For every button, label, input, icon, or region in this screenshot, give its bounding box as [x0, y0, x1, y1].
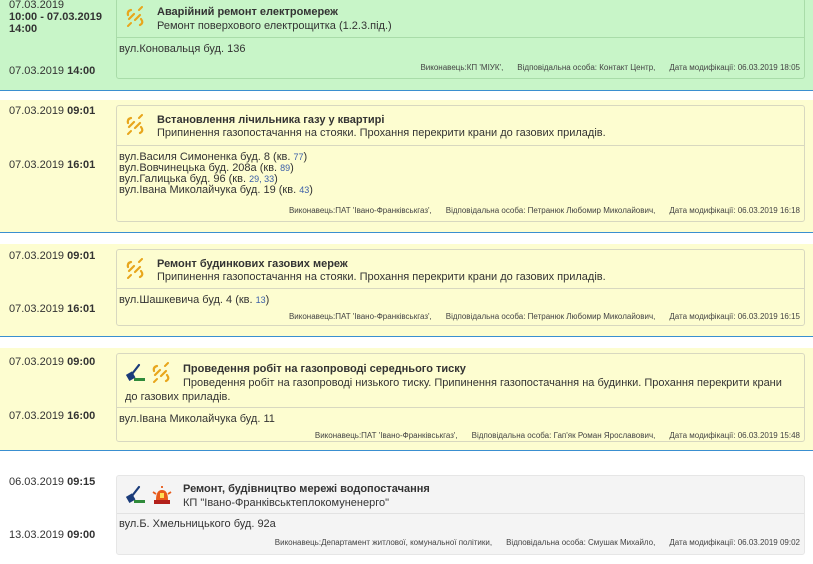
card-meta: Виконавець:ПАТ 'Івано-Франківськгаз', Від… [275, 312, 800, 321]
card-divider [117, 407, 804, 408]
modified-date: Дата модифікації: 06.03.2019 09:02 [669, 538, 800, 547]
card-title: Ремонт, будівництво мережі водопостачанн… [183, 483, 430, 495]
end-date: 07.03.2019 16:01 [9, 159, 96, 171]
start-date: 06.03.2019 09:15 [9, 476, 96, 488]
card-divider [117, 37, 804, 38]
card-title: Проведення робіт на газопроводі середньо… [183, 363, 466, 375]
outage-record: 07.03.2019 09:00 07.03.2019 16:00 Провед… [0, 348, 813, 451]
start-date: 07.03.2019 09:01 [9, 105, 96, 117]
card-meta: Виконавець:ПАТ 'Івано-Франківськгаз', Від… [301, 431, 800, 440]
card-title: Ремонт будинкових газових мереж [157, 258, 348, 270]
card-meta: Виконавець:ПАТ 'Івано-Франківськгаз', Від… [275, 206, 800, 215]
address-line: вул.Коновальця буд. 136 [119, 43, 246, 55]
broken-chain-icon [126, 258, 144, 280]
modified-date: Дата модифікації: 06.03.2019 16:18 [669, 206, 800, 215]
start-date: 07.03.2019 09:00 [9, 356, 96, 368]
end-date: 13.03.2019 09:00 [9, 529, 96, 541]
outage-record: 07.03.2019 10:00 - 07.03.2019 14:00 07.0… [0, 0, 813, 91]
outage-card: Ремонт, будівництво мережі водопостачанн… [116, 475, 805, 555]
start-date: 07.03.2019 [9, 0, 65, 11]
outage-card: Встановлення лічильника газу у квартирі … [116, 105, 805, 222]
outage-card: Проведення робіт на газопроводі середньо… [116, 353, 805, 442]
end-date: 07.03.2019 16:00 [9, 410, 96, 422]
card-icons [125, 484, 173, 506]
responsible-person: Відповідальна особа: Петранюк Любомир Ми… [445, 206, 656, 215]
card-description: Проведення робіт на газопроводі низького… [125, 377, 782, 403]
broken-chain-icon [126, 6, 144, 28]
responsible-person: Відповідальна особа: Гап'як Роман Яросла… [471, 431, 656, 440]
start-date: 07.03.2019 09:01 [9, 250, 96, 262]
outage-record: 07.03.2019 09:01 07.03.2019 16:01 Встано… [0, 100, 813, 233]
card-meta: Виконавець:КП 'МІУК', Відповідальна особа… [406, 63, 800, 72]
executor: Виконавець:Департамент житлової, комунал… [274, 538, 493, 547]
modified-date: Дата модифікації: 06.03.2019 15:48 [669, 431, 800, 440]
executor: Виконавець:ПАТ 'Івано-Франківськгаз', [288, 312, 432, 321]
card-icons [125, 6, 147, 28]
card-divider [117, 513, 804, 514]
address-line: вул.Івана Миколайчука буд. 11 [119, 413, 275, 425]
executor: Виконавець:ПАТ 'Івано-Франківськгаз', [314, 431, 458, 440]
modified-date: Дата модифікації: 06.03.2019 16:15 [669, 312, 800, 321]
executor: Виконавець:ПАТ 'Івано-Франківськгаз', [288, 206, 432, 215]
card-description: Припинення газопостачання на стояки. Про… [157, 271, 606, 283]
responsible-person: Відповідальна особа: Петранюк Любомир Ми… [445, 312, 656, 321]
executor: Виконавець:КП 'МІУК', [420, 63, 504, 72]
outage-record: 07.03.2019 09:01 07.03.2019 16:01 Ремонт… [0, 244, 813, 337]
start-time: 10:00 - 07.03.2019 [9, 11, 102, 23]
card-description: Ремонт поверхового електрощитка (1.2.3.п… [157, 20, 392, 32]
card-meta: Виконавець:Департамент житлової, комунал… [261, 538, 800, 547]
card-divider [117, 145, 804, 146]
end-date: 07.03.2019 16:01 [9, 303, 96, 315]
card-description: КП "Івано-Франківськтеплокомуненерго" [183, 497, 390, 509]
card-divider [117, 288, 804, 289]
end-date: 07.03.2019 14:00 [9, 65, 96, 77]
card-icons [125, 114, 147, 136]
outage-card: Ремонт будинкових газових мереж Припинен… [116, 249, 805, 326]
responsible-person: Відповідальна особа: Смушак Михайло, [506, 538, 656, 547]
card-title: Аварійний ремонт електромереж [157, 6, 338, 18]
card-icons [125, 258, 147, 280]
outage-record: 06.03.2019 09:15 13.03.2019 09:00 Ремонт… [0, 462, 813, 564]
card-description: Припинення газопостачання на стояки. Про… [157, 127, 606, 139]
address-line: вул.Шашкевича буд. 4 (кв. 13) [119, 294, 270, 306]
address-line: вул.Б. Хмельницького буд. 92а [119, 518, 276, 530]
modified-date: Дата модифікації: 06.03.2019 18:05 [669, 63, 800, 72]
outage-card: Аварійний ремонт електромереж Ремонт пов… [116, 0, 805, 79]
emergency-siren-icon [152, 485, 172, 505]
shovel-icon [125, 485, 147, 505]
broken-chain-icon [126, 114, 144, 136]
start-time-cont: 14:00 [9, 23, 38, 35]
address-line: вул.Івана Миколайчука буд. 19 (кв. 43) [119, 184, 313, 196]
responsible-person: Відповідальна особа: Контакт Центр, [517, 63, 656, 72]
card-title: Встановлення лічильника газу у квартирі [157, 114, 385, 126]
